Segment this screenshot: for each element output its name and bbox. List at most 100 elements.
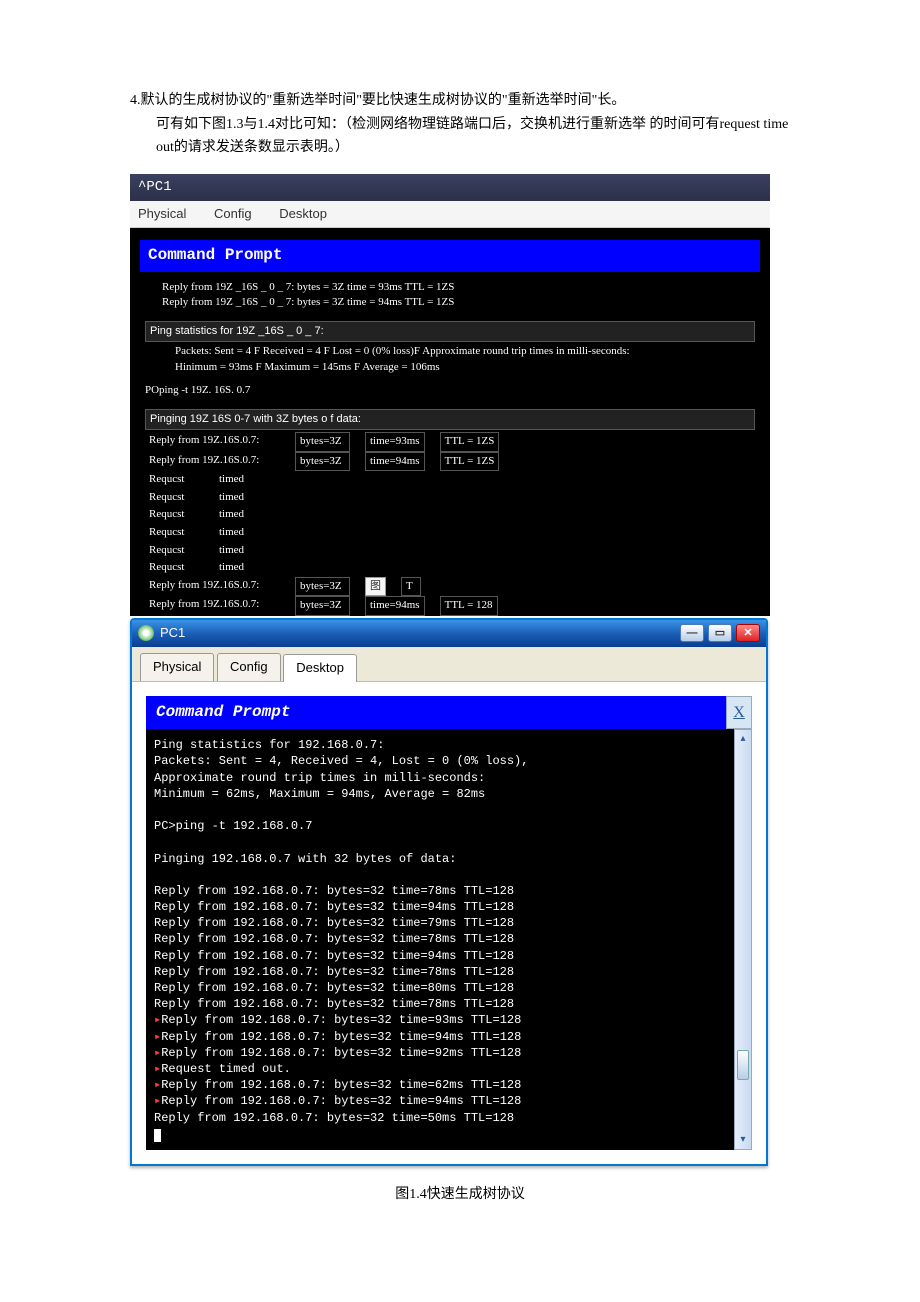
reply-time: time=94ms	[365, 596, 425, 616]
scrollbar[interactable]: ▴ ▾	[734, 729, 752, 1150]
tab-config[interactable]: Config	[217, 653, 281, 681]
tab-desktop[interactable]: Desktop	[279, 204, 351, 225]
minimize-button[interactable]: —	[680, 624, 704, 642]
reply-time: time=94ms	[365, 452, 425, 472]
scroll-up-icon[interactable]: ▴	[735, 730, 751, 748]
intro-line2: 可有如下图1.3与1.4对比可知：（检测网络物理链路端口后，交换机进行重新选举 …	[130, 114, 790, 159]
timeout-row: Requcst timed	[140, 559, 760, 577]
terminal-line: Reply from 192.168.0.7: bytes=32 time=78…	[154, 964, 726, 980]
reply-ttl: T	[401, 577, 421, 597]
terminal-line: PC>ping -t 192.168.0.7	[154, 818, 726, 834]
timeout-row: Requcst timed	[140, 489, 760, 507]
terminal-line-annotated: ▸Reply from 192.168.0.7: bytes=32 time=6…	[154, 1077, 726, 1093]
terminal-line: Ping statistics for 192.168.0.7:	[154, 737, 726, 753]
terminal-line: Reply from 192.168.0.7: bytes=32 time=94…	[154, 948, 726, 964]
timeout-row: Requcst timed	[140, 471, 760, 489]
w1-tabs: Physical Config Desktop	[130, 201, 770, 229]
pc-icon	[138, 625, 154, 641]
scroll-down-icon[interactable]: ▾	[735, 1131, 751, 1149]
ping-stats-line: Packets: Sent = 4 F Received = 4 F Lost …	[140, 344, 760, 359]
terminal-line: Packets: Sent = 4, Received = 4, Lost = …	[154, 753, 726, 769]
reply-time: time=93ms	[365, 432, 425, 452]
terminal-line-annotated: ▸Reply from 192.168.0.7: bytes=32 time=9…	[154, 1029, 726, 1045]
ping-stats-line2: Hinimum = 93ms F Maximum = 145ms F Avera…	[140, 360, 760, 375]
reply-ttl: TTL = 1ZS	[440, 452, 500, 472]
close-button[interactable]: ✕	[736, 624, 760, 642]
reply-row: Reply from 19Z.16S.0.7: bytes=3Z time=94…	[140, 596, 760, 616]
timeout-row: Requcst timed	[140, 506, 760, 524]
terminal-line-annotated: ▸Reply from 192.168.0.7: bytes=32 time=9…	[154, 1012, 726, 1028]
timeout-b: timed	[215, 506, 270, 524]
reply-host: Reply from 19Z.16S.0.7:	[145, 596, 280, 616]
tab-physical[interactable]: Physical	[140, 653, 214, 681]
timeout-b: timed	[215, 542, 270, 560]
reply-host: Reply from 19Z.16S.0.7:	[145, 452, 280, 472]
terminal-output[interactable]: Ping statistics for 192.168.0.7: Packets…	[146, 729, 734, 1150]
terminal-line: Reply from 19Z _16S _ 0 _ 7: bytes = 3Z …	[140, 280, 760, 295]
terminal-line: Reply from 19Z _16S _ 0 _ 7: bytes = 3Z …	[140, 295, 760, 310]
ping-command: POping -t 19Z. 16S. 0.7	[140, 383, 760, 398]
terminal-line: Reply from 192.168.0.7: bytes=32 time=78…	[154, 996, 726, 1012]
tab-config[interactable]: Config	[214, 204, 276, 225]
timeout-a: Requcst	[145, 489, 200, 507]
tab-physical[interactable]: Physical	[138, 204, 210, 225]
maximize-button[interactable]: ▭	[708, 624, 732, 642]
terminal-line: Reply from 192.168.0.7: bytes=32 time=50…	[154, 1110, 726, 1126]
timeout-b: timed	[215, 559, 270, 577]
terminal-line: Reply from 192.168.0.7: bytes=32 time=78…	[154, 883, 726, 899]
tab-desktop[interactable]: Desktop	[283, 654, 357, 682]
timeout-a: Requcst	[145, 542, 200, 560]
image-placeholder-icon: 图	[365, 577, 386, 597]
timeout-a: Requcst	[145, 506, 200, 524]
w2-tabs: Physical Config Desktop	[132, 647, 766, 682]
intro-line1: 4.默认的生成树协议的"重新选举时间"要比快速生成树协议的"重新选举时间"长。	[130, 90, 790, 112]
terminal-line: Minimum = 62ms, Maximum = 94ms, Average …	[154, 786, 726, 802]
cursor-icon	[154, 1129, 161, 1142]
terminal-line: Approximate round trip times in milli-se…	[154, 770, 726, 786]
w2-title: PC1	[160, 623, 185, 644]
reply-host: Reply from 19Z.16S.0.7:	[145, 577, 280, 597]
timeout-b: timed	[215, 489, 270, 507]
pinging-line: Pinging 19Z 16S 0-7 with 3Z bytes o f da…	[145, 409, 755, 431]
w2-titlebar[interactable]: PC1 — ▭ ✕	[132, 620, 766, 647]
ping-stats-header: Ping statistics for 19Z _16S _ 0 _ 7:	[145, 321, 755, 343]
cmd-title: Command Prompt	[140, 240, 760, 272]
timeout-row: Requcst timed	[140, 524, 760, 542]
reply-row: Reply from 19Z.16S.0.7: bytes=3Z time=93…	[140, 432, 760, 452]
reply-bytes: bytes=3Z	[295, 596, 350, 616]
terminal-line: Reply from 192.168.0.7: bytes=32 time=79…	[154, 915, 726, 931]
window-controls: — ▭ ✕	[680, 624, 760, 642]
timeout-a: Requcst	[145, 559, 200, 577]
window-pc1-b: PC1 — ▭ ✕ Physical Config Desktop Comman…	[130, 618, 768, 1166]
terminal-line	[154, 834, 726, 850]
cmd-close-x[interactable]: X	[726, 696, 752, 730]
reply-bytes: bytes=3Z	[295, 577, 350, 597]
terminal-line-annotated: ▸Reply from 192.168.0.7: bytes=32 time=9…	[154, 1093, 726, 1109]
timeout-b: timed	[215, 524, 270, 542]
terminal-cursor-line	[154, 1126, 726, 1142]
scroll-thumb[interactable]	[737, 1050, 749, 1080]
w1-titlebar[interactable]: ^PC1	[130, 174, 770, 200]
reply-host: Reply from 19Z.16S.0.7:	[145, 432, 280, 452]
terminal-line	[154, 802, 726, 818]
w1-command-prompt: Command Prompt Reply from 19Z _16S _ 0 _…	[130, 228, 770, 616]
reply-row: Reply from 19Z.16S.0.7: bytes=3Z time=94…	[140, 452, 760, 472]
reply-ttl: TTL = 1ZS	[440, 432, 500, 452]
timeout-a: Requcst	[145, 471, 200, 489]
terminal-line-annotated: ▸Request timed out.	[154, 1061, 726, 1077]
terminal-line	[154, 867, 726, 883]
timeout-row: Requcst timed	[140, 542, 760, 560]
terminal-line: Reply from 192.168.0.7: bytes=32 time=94…	[154, 899, 726, 915]
figure-caption: 图1.4快速生成树协议	[130, 1184, 790, 1206]
cmd-title: Command Prompt	[146, 696, 726, 730]
reply-bytes: bytes=3Z	[295, 452, 350, 472]
terminal-line-annotated: ▸Reply from 192.168.0.7: bytes=32 time=9…	[154, 1045, 726, 1061]
window-pc1-a: ^PC1 Physical Config Desktop Command Pro…	[130, 174, 770, 616]
timeout-a: Requcst	[145, 524, 200, 542]
terminal-line: Pinging 192.168.0.7 with 32 bytes of dat…	[154, 851, 726, 867]
reply-bytes: bytes=3Z	[295, 432, 350, 452]
reply-ttl: TTL = 128	[440, 596, 498, 616]
terminal-line: Reply from 192.168.0.7: bytes=32 time=80…	[154, 980, 726, 996]
reply-row: Reply from 19Z.16S.0.7: bytes=3Z 图 T	[140, 577, 760, 597]
timeout-b: timed	[215, 471, 270, 489]
